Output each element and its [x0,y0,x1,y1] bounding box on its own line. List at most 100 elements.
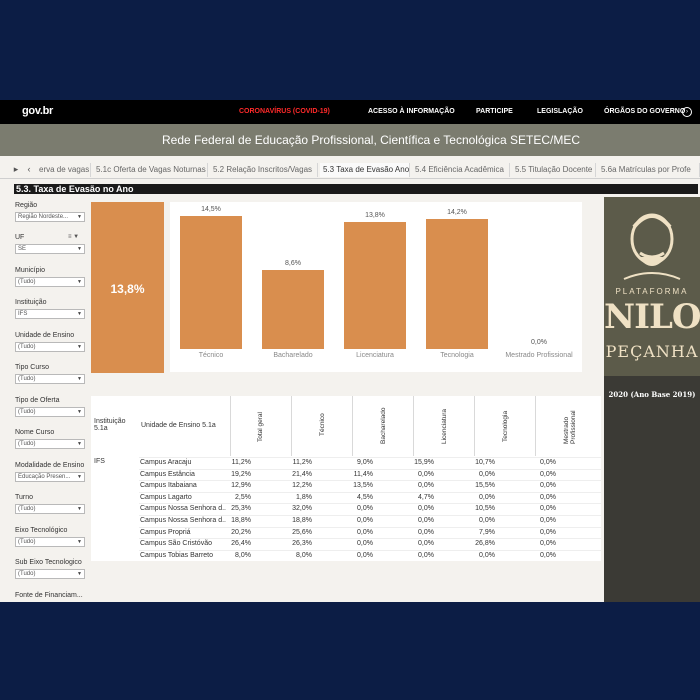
table-row[interactable]: Campus Nossa Senhora d.. 18,8% 18,8% 0,0% 0,… [139,515,601,527]
chevron-down-icon: ▼ [77,214,82,220]
bar[interactable] [180,216,242,349]
covid-link[interactable]: CORONAVÍRUS (COVID-19) [239,108,330,115]
unit-name-cell: Campus Propriá [140,528,191,536]
filter-regiao[interactable]: Região Nordeste... ▼ [15,212,85,222]
value-cell: 0,0% [418,482,434,490]
evasion-table: Instituição 5.1a Unidade de Ensino 5.1a … [91,396,601,561]
filter-instituicao[interactable]: IFS ▼ [15,309,85,319]
header-divider [291,396,292,456]
value-cell: 0,0% [479,493,495,501]
value-cell: 11,4% [353,470,373,478]
table-row[interactable]: Campus Tobias Barreto 8,0% 8,0% 0,0% 0,0% 0,0… [139,549,601,562]
header-divider [352,396,353,456]
value-cell: 0,0% [418,505,434,513]
table-row[interactable]: Campus Propriá 20,2% 25,6% 0,0% 0,0% 7,9% 0,0% [139,526,601,539]
brand-nilo: NILO [604,297,700,337]
filter-value: Educação Presen... [18,474,71,480]
header-unidade-ensino: Unidade de Ensino 5.1a [141,422,216,429]
tab-matriculas-professor[interactable]: 5.6a Matrículas por Profe [598,163,700,177]
section-title: 5.3. Taxa de Evasão no Ano [14,184,698,194]
filter-label-tipo-curso: Tipo Curso [15,364,49,371]
filter-label-uf: UF [15,234,25,241]
header-total-geral: Total geral [257,412,264,442]
filter-eixo-tecnologico[interactable]: (Tudo) ▼ [15,537,85,547]
filter-sub-eixo[interactable]: (Tudo) ▼ [15,569,85,579]
value-cell: 0,0% [357,540,373,548]
tab-taxa-evasao[interactable]: 5.3 Taxa de Evasão Ano [320,163,410,177]
value-cell: 11,2% [292,459,312,466]
value-cell: 12,9% [231,482,251,490]
filter-unidade-ensino[interactable]: (Tudo) ▼ [15,342,85,352]
table-row[interactable]: Campus Nossa Senhora d.. 25,3% 32,0% 0,0% 0,… [139,503,601,515]
filter-turno[interactable]: (Tudo) ▼ [15,504,85,514]
value-cell: 12,2% [292,482,312,490]
category-label: Licenciatura [356,352,394,359]
bar-value-label: 14,5% [201,206,221,213]
tab-relacao-inscritos[interactable]: 5.2 Relação Inscritos/Vagas [210,163,318,177]
chevron-down-icon[interactable]: › [682,107,692,117]
value-cell: 0,0% [540,540,556,548]
category-label: Mestrado Profissional [505,352,573,359]
unit-name-cell: Campus Lagarto [140,493,192,501]
value-cell: 26,3% [292,540,312,548]
value-cell: 25,6% [292,528,312,536]
gov-top-bar: gov.br CORONAVÍRUS (COVID-19) ACESSO À I… [0,100,700,124]
table-row[interactable]: Campus Aracaju 11,2% 11,2% 9,0% 15,9% 10,7% 0,… [139,457,601,469]
table-row[interactable]: Campus Estância 19,2% 21,4% 11,4% 0,0% 0,0% 0,… [139,468,601,481]
nilo-pecanha-panel: PLATAFORMA NILO PEÇANHA 2020 (Ano Base 2… [604,197,700,602]
value-cell: 0,0% [540,551,556,559]
chevron-down-icon: ▼ [77,246,82,252]
chevron-down-icon: ▼ [77,376,82,382]
table-row[interactable]: Campus Itabaiana 12,9% 12,2% 13,5% 0,0% 15,5%… [139,480,601,492]
bar[interactable] [262,270,324,349]
value-cell: 9,0% [357,459,373,466]
filter-modalidade-ensino[interactable]: Educação Presen... ▼ [15,472,85,482]
header-mestrado-profissional: Mestrado Profissional [563,410,577,444]
table-row[interactable]: Campus São Cristóvão 26,4% 26,3% 0,0% 0,0% 26… [139,538,601,550]
value-cell: 26,8% [475,540,495,548]
tab-scroll-left-icon[interactable]: ▸ [10,162,22,176]
page-title: Rede Federal de Educação Profissional, C… [162,133,580,147]
tab-oferta-vagas-noturnas[interactable]: 5.1c Oferta de Vagas Noturnas [93,163,208,177]
bar[interactable] [344,222,406,349]
filter-tipo-oferta[interactable]: (Tudo) ▼ [15,407,85,417]
value-cell: 0,0% [418,517,434,524]
value-cell: 15,5% [475,482,495,490]
orgaos-governo-link[interactable]: ÓRGÃOS DO GOVERNO [604,108,685,115]
filter-options-icon[interactable]: ≡ ▼ [68,234,79,240]
value-cell: 26,4% [231,540,251,548]
legislacao-link[interactable]: LEGISLAÇÃO [537,108,583,115]
brand-plataforma: PLATAFORMA [615,287,689,296]
filter-municipio[interactable]: (Tudo) ▼ [15,277,85,287]
chevron-down-icon: ▼ [77,539,82,545]
value-cell: 0,0% [540,459,556,466]
acesso-informacao-link[interactable]: ACESSO À INFORMAÇÃO [368,108,455,115]
value-cell: 8,0% [296,551,312,559]
filter-value: (Tudo) [18,506,36,512]
tab-reserva-vagas[interactable]: erva de vagas [36,163,91,177]
value-cell: 10,5% [475,505,495,513]
tab-eficiencia-academica[interactable]: 5.4 Eficiência Acadêmica [412,163,510,177]
tab-prev-icon[interactable]: ‹ [23,162,35,176]
value-cell: 20,2% [231,528,251,536]
govbr-logo[interactable]: gov.br [22,105,53,117]
filter-nome-curso[interactable]: (Tudo) ▼ [15,439,85,449]
filter-tipo-curso[interactable]: (Tudo) ▼ [15,374,85,384]
filter-value: (Tudo) [18,279,36,285]
filter-label-fonte: Fonte de Financiam... [15,592,83,599]
value-cell: 1,8% [296,493,312,501]
header-divider [413,396,414,456]
header-divider [535,396,536,456]
tab-strip: ▸ ‹ erva de vagas 5.1c Oferta de Vagas N… [0,162,700,179]
tab-titulacao-docente[interactable]: 5.5 Titulação Docente [512,163,596,177]
bar[interactable] [426,218,488,349]
filter-uf[interactable]: SE ▼ [15,244,85,254]
value-cell: 25,3% [231,505,251,513]
value-cell: 0,0% [540,482,556,490]
chevron-down-icon: ▼ [77,311,82,317]
participe-link[interactable]: PARTICIPE [476,108,513,115]
unit-name-cell: Campus São Cristóvão [140,540,212,548]
table-row[interactable]: Campus Lagarto 2,5% 1,8% 4,5% 4,7% 0,0% 0,0% [139,491,601,504]
value-cell: 2,5% [235,493,251,501]
kpi-total-evasao: 13,8% [91,202,164,373]
